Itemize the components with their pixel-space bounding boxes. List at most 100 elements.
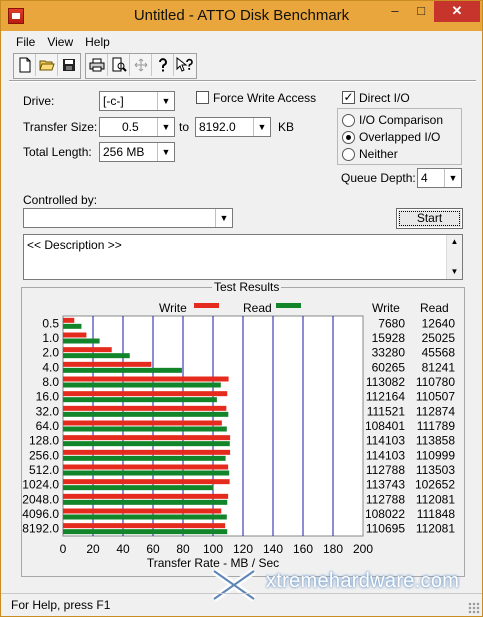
x-tick-label: 160 bbox=[293, 542, 313, 556]
read-rate-value: 110999 bbox=[416, 448, 455, 462]
x-tick-label: 60 bbox=[146, 542, 160, 556]
queue-depth-label: Queue Depth: bbox=[341, 171, 416, 185]
write-rate-value: 7680 bbox=[378, 316, 405, 330]
write-rate-value: 110695 bbox=[366, 522, 405, 536]
resize-grip-icon[interactable] bbox=[468, 602, 480, 614]
open-folder-icon[interactable] bbox=[36, 54, 58, 76]
y-category-label: 32.0 bbox=[36, 404, 60, 418]
y-category-label: 4096.0 bbox=[22, 507, 59, 521]
read-rate-value: 113858 bbox=[416, 434, 455, 448]
read-rate-value: 113503 bbox=[416, 463, 455, 477]
total-length-value: 256 MB bbox=[103, 145, 145, 159]
menu-help[interactable]: Help bbox=[79, 33, 116, 51]
write-bar bbox=[63, 376, 229, 382]
scroll-up-icon[interactable]: ▲ bbox=[447, 235, 462, 249]
write-bar bbox=[63, 493, 229, 499]
transfer-size-label: Transfer Size: bbox=[23, 120, 98, 134]
io-comparison-radio[interactable] bbox=[342, 114, 355, 127]
direct-io-checkbox[interactable]: ✓ bbox=[342, 91, 355, 104]
write-bar bbox=[63, 332, 87, 338]
read-rate-value: 81241 bbox=[422, 360, 456, 374]
chevron-down-icon: ▼ bbox=[157, 118, 174, 136]
transfer-to-value: 8192.0 bbox=[199, 120, 236, 134]
overlapped-io-label: Overlapped I/O bbox=[359, 130, 441, 144]
write-rate-value: 114103 bbox=[366, 434, 405, 448]
write-bar bbox=[63, 464, 229, 470]
save-icon[interactable] bbox=[58, 54, 80, 76]
menu-file[interactable]: File bbox=[9, 33, 41, 51]
read-rate-value: 111848 bbox=[417, 507, 456, 521]
x-tick-label: 100 bbox=[203, 542, 223, 556]
read-rate-value: 110507 bbox=[416, 390, 455, 404]
status-text: For Help, press F1 bbox=[11, 598, 111, 612]
write-rate-value: 111521 bbox=[367, 404, 406, 418]
x-tick-label: 20 bbox=[86, 542, 100, 556]
maximize-button[interactable]: □ bbox=[408, 1, 434, 22]
read-bar bbox=[63, 382, 221, 388]
force-write-checkbox[interactable] bbox=[196, 91, 209, 104]
transfer-to-label: to bbox=[179, 120, 190, 134]
drive-select[interactable]: [-c-] ▼ bbox=[99, 91, 175, 111]
read-rate-value: 25025 bbox=[422, 331, 456, 345]
read-bar bbox=[63, 485, 214, 491]
write-bar bbox=[63, 523, 226, 529]
description-box[interactable]: << Description >> ▲ ▼ bbox=[23, 234, 463, 280]
transfer-unit-label: KB bbox=[278, 120, 295, 134]
total-length-select[interactable]: 256 MB ▼ bbox=[99, 142, 175, 162]
menu-view[interactable]: View bbox=[41, 33, 79, 51]
write-bar bbox=[63, 317, 75, 323]
start-button[interactable]: Start bbox=[396, 208, 463, 229]
read-bar bbox=[63, 455, 226, 461]
read-bar bbox=[63, 353, 130, 359]
write-rate-value: 15928 bbox=[372, 331, 406, 345]
drive-value: [-c-] bbox=[103, 94, 124, 108]
queue-depth-select[interactable]: 4 ▼ bbox=[417, 168, 462, 188]
write-bar bbox=[63, 405, 227, 411]
scroll-down-icon[interactable]: ▼ bbox=[447, 265, 462, 279]
controlled-by-select[interactable]: ▼ bbox=[23, 208, 233, 228]
x-tick-label: 80 bbox=[176, 542, 190, 556]
print-preview-icon[interactable] bbox=[108, 54, 130, 76]
y-category-label: 8192.0 bbox=[22, 522, 59, 536]
force-write-label: Force Write Access bbox=[213, 91, 317, 105]
minimize-button[interactable]: – bbox=[382, 1, 408, 22]
overlapped-io-radio[interactable] bbox=[342, 131, 355, 144]
read-rate-value: 112081 bbox=[416, 522, 455, 536]
menu-bar: File View Help bbox=[9, 33, 116, 51]
chevron-down-icon: ▼ bbox=[444, 169, 461, 187]
write-bar bbox=[63, 435, 231, 441]
write-rate-value: 113743 bbox=[366, 478, 405, 492]
write-bar bbox=[63, 508, 222, 514]
y-category-label: 2048.0 bbox=[22, 492, 59, 506]
close-button[interactable]: ✕ bbox=[434, 1, 480, 22]
neither-radio[interactable] bbox=[342, 148, 355, 161]
test-results-panel: Test Results Write Read Write Read 0 20 40… bbox=[21, 280, 465, 577]
move-icon[interactable] bbox=[130, 54, 152, 76]
transfer-to-select[interactable]: 8192.0 ▼ bbox=[195, 117, 271, 137]
write-rate-value: 112788 bbox=[366, 463, 405, 477]
read-bar bbox=[63, 397, 217, 403]
help-icon[interactable] bbox=[152, 54, 174, 76]
status-bar: For Help, press F1 bbox=[1, 593, 482, 616]
toolbar-separator bbox=[9, 80, 476, 82]
controlled-by-label: Controlled by: bbox=[23, 193, 98, 207]
y-category-label: 512.0 bbox=[29, 463, 59, 477]
description-scrollbar[interactable]: ▲ ▼ bbox=[446, 235, 462, 279]
context-help-icon[interactable] bbox=[174, 54, 196, 76]
write-rate-value: 114103 bbox=[366, 448, 405, 462]
y-category-label: 2.0 bbox=[42, 346, 59, 360]
x-tick-label: 0 bbox=[60, 542, 67, 556]
read-rate-value: 111789 bbox=[417, 419, 456, 433]
watermark-text: xtremehardware.com bbox=[266, 570, 460, 592]
read-bar bbox=[63, 411, 229, 417]
new-document-icon[interactable] bbox=[14, 54, 36, 76]
read-rate-value: 102652 bbox=[415, 478, 455, 492]
total-length-label: Total Length: bbox=[23, 145, 92, 159]
print-icon[interactable] bbox=[86, 54, 108, 76]
read-bar bbox=[63, 338, 100, 344]
toolbar-print-group bbox=[85, 53, 197, 79]
write-bar bbox=[63, 391, 228, 397]
transfer-from-select[interactable]: 0.5 ▼ bbox=[99, 117, 175, 137]
write-rate-value: 60265 bbox=[372, 360, 406, 374]
y-category-label: 16.0 bbox=[36, 390, 60, 404]
